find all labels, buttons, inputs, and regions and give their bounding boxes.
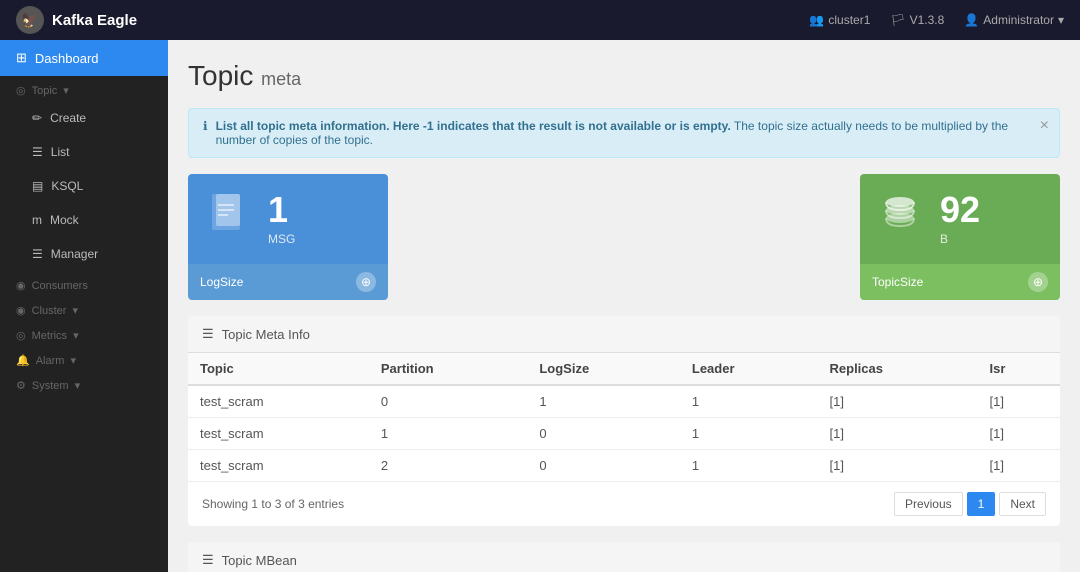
logsize-unit: MSG: [268, 232, 295, 246]
navbar-app-name: Kafka Eagle: [52, 12, 137, 29]
col-leader: Leader: [680, 353, 818, 385]
dashboard-icon: ⊞: [16, 50, 27, 66]
logsize-card-bottom: LogSize ⊕: [188, 264, 388, 300]
user-icon: 👤: [964, 13, 979, 27]
info-icon: ℹ: [203, 119, 208, 133]
topicsize-card-top: 92 B: [860, 174, 1060, 264]
stats-cards: 1 MSG LogSize ⊕: [188, 174, 1060, 300]
col-logsize: LogSize: [527, 353, 680, 385]
mbean-header: ☰ Topic MBean: [188, 542, 1060, 572]
sidebar-item-create[interactable]: ✏ Create: [0, 101, 168, 135]
chevron-icon: ▾: [72, 304, 78, 317]
navbar-version: 🏳 V1.3.8: [890, 13, 944, 27]
col-isr: Isr: [978, 353, 1060, 385]
navbar-right: 👥 cluster1 🏳 V1.3.8 👤 Administrator ▾: [809, 13, 1064, 27]
sidebar-item-list[interactable]: ☰ List: [0, 135, 168, 169]
sidebar-item-mock[interactable]: m Mock: [0, 203, 168, 237]
mock-icon: m: [32, 213, 42, 227]
navbar-cluster: 👥 cluster1: [809, 13, 870, 27]
logsize-label: LogSize: [200, 275, 243, 289]
alert-text: List all topic meta information. Here -1…: [216, 119, 1045, 147]
alert-box: ℹ List all topic meta information. Here …: [188, 108, 1060, 158]
sidebar-section-topic[interactable]: ◎ Topic ▾: [0, 76, 168, 101]
logo-icon: 🦅: [16, 6, 44, 34]
meta-info-panel: ☰ Topic Meta Info Topic Partition LogSiz…: [188, 316, 1060, 526]
table-row: test_scram201[1][1]: [188, 450, 1060, 482]
sidebar-section-consumers[interactable]: ◉ Consumers: [0, 271, 168, 296]
col-topic: Topic: [188, 353, 369, 385]
sidebar-section-alarm[interactable]: 🔔 Alarm ▾: [0, 346, 168, 371]
meta-table-body: test_scram011[1][1]test_scram101[1][1]te…: [188, 385, 1060, 482]
sidebar-item-manager[interactable]: ☰ Manager: [0, 237, 168, 271]
database-icon: [876, 190, 924, 248]
table-row: test_scram101[1][1]: [188, 418, 1060, 450]
sidebar-section-metrics[interactable]: ◎ Metrics ▾: [0, 321, 168, 346]
navbar-logo: 🦅 Kafka Eagle: [16, 6, 137, 34]
logsize-value-block: 1 MSG: [268, 192, 295, 246]
cluster-icon: ◉: [16, 304, 26, 317]
metrics-icon: ◎: [16, 329, 26, 342]
logsize-card-top: 1 MSG: [188, 174, 388, 264]
table-row: test_scram011[1][1]: [188, 385, 1060, 418]
panel-icon: ☰: [202, 326, 214, 342]
topicsize-value: 92: [940, 192, 980, 228]
col-partition: Partition: [369, 353, 527, 385]
logsize-card: 1 MSG LogSize ⊕: [188, 174, 388, 300]
manager-icon: ☰: [32, 247, 43, 261]
sidebar: ⊞ Dashboard ◎ Topic ▾ ✏ Create ☰ List ▤ …: [0, 40, 168, 572]
pagination-controls: Previous 1 Next: [894, 492, 1046, 516]
chevron-icon: ▾: [75, 379, 81, 392]
sidebar-item-ksql[interactable]: ▤ KSQL: [0, 169, 168, 203]
sidebar-section-system[interactable]: ⚙ System ▾: [0, 371, 168, 396]
meta-info-header: ☰ Topic Meta Info: [188, 316, 1060, 353]
pagination-row: Showing 1 to 3 of 3 entries Previous 1 N…: [188, 482, 1060, 526]
topicsize-label: TopicSize: [872, 275, 923, 289]
consumers-icon: ◉: [16, 279, 26, 292]
meta-table-header-row: Topic Partition LogSize Leader Replicas …: [188, 353, 1060, 385]
navbar-user[interactable]: 👤 Administrator ▾: [964, 13, 1064, 27]
page-1-button[interactable]: 1: [967, 492, 996, 516]
topic-icon: ◎: [16, 84, 26, 97]
document-icon: [204, 190, 252, 248]
close-icon[interactable]: ×: [1040, 117, 1049, 135]
sidebar-section-cluster[interactable]: ◉ Cluster ▾: [0, 296, 168, 321]
main-content: Topic meta ℹ List all topic meta informa…: [168, 40, 1080, 572]
mbean-panel: ☰ Topic MBean Rate Mean 1 Minute 5 Minut…: [188, 542, 1060, 572]
page-title: Topic meta: [188, 60, 1060, 92]
chevron-icon: ▾: [73, 329, 79, 342]
showing-text: Showing 1 to 3 of 3 entries: [202, 497, 344, 511]
page-subtitle: meta: [261, 69, 301, 89]
alarm-icon: 🔔: [16, 354, 30, 367]
next-button[interactable]: Next: [999, 492, 1046, 516]
create-icon: ✏: [32, 111, 42, 125]
topicsize-card: 92 B TopicSize ⊕: [860, 174, 1060, 300]
chevron-icon: ▾: [70, 354, 76, 367]
chevron-icon: ▾: [63, 84, 69, 97]
logsize-detail-button[interactable]: ⊕: [356, 272, 376, 292]
navbar: 🦅 Kafka Eagle 👥 cluster1 🏳 V1.3.8 👤 Admi…: [0, 0, 1080, 40]
flag-icon: 🏳: [890, 13, 905, 27]
topicsize-unit: B: [940, 232, 980, 246]
system-icon: ⚙: [16, 379, 26, 392]
cluster-icon: 👥: [809, 13, 824, 27]
list-icon: ☰: [32, 145, 43, 159]
topicsize-detail-button[interactable]: ⊕: [1028, 272, 1048, 292]
logsize-value: 1: [268, 192, 295, 228]
ksql-icon: ▤: [32, 179, 43, 193]
col-replicas: Replicas: [818, 353, 978, 385]
meta-table: Topic Partition LogSize Leader Replicas …: [188, 353, 1060, 482]
sidebar-item-dashboard[interactable]: ⊞ Dashboard: [0, 40, 168, 76]
previous-button[interactable]: Previous: [894, 492, 963, 516]
topicsize-card-bottom: TopicSize ⊕: [860, 264, 1060, 300]
topicsize-value-block: 92 B: [940, 192, 980, 246]
chevron-down-icon: ▾: [1058, 13, 1064, 27]
panel-icon: ☰: [202, 552, 214, 568]
